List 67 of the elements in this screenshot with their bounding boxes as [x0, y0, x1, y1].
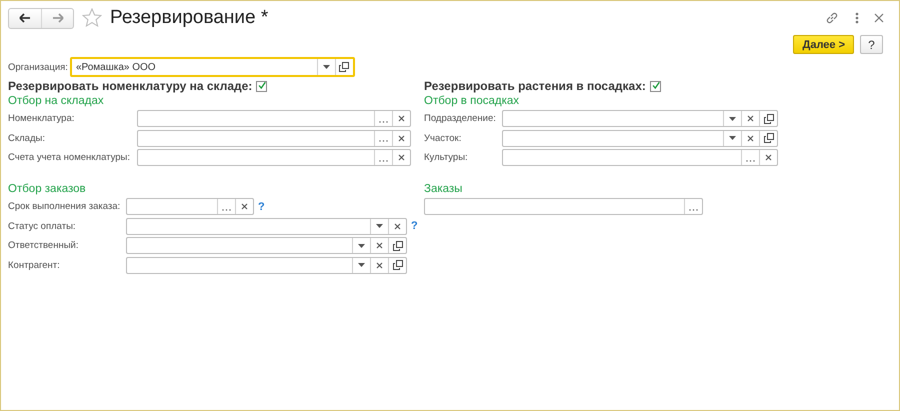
- copy-icon: [392, 260, 402, 270]
- section-title: Резервировать растения в посадках:: [424, 79, 646, 93]
- clear-icon: [747, 134, 754, 142]
- input-field[interactable]: [137, 149, 411, 166]
- clear-icon: [398, 154, 405, 161]
- help-link[interactable]: ?: [258, 200, 265, 212]
- group-title: Отбор в посадках: [424, 95, 520, 107]
- field-label: Склады:: [8, 132, 46, 144]
- caret-icon: [729, 136, 736, 140]
- copy-icon: [764, 114, 774, 124]
- caret-icon: [358, 244, 365, 248]
- copy-icon: [764, 133, 774, 143]
- caret-icon: [376, 224, 383, 228]
- star-icon[interactable]: [82, 8, 102, 28]
- field-label: Счета учета номенклатуры:: [8, 152, 131, 163]
- input-field[interactable]: [126, 256, 407, 274]
- input-field[interactable]: [502, 149, 778, 166]
- checkbox[interactable]: [650, 80, 661, 92]
- clear-icon: [765, 154, 772, 161]
- open-button[interactable]: [759, 130, 777, 146]
- caret-icon: [322, 65, 330, 69]
- forward-arrow-icon: [52, 13, 64, 23]
- input-field[interactable]: [126, 198, 254, 215]
- input-field[interactable]: [126, 237, 407, 254]
- clear-icon: [398, 115, 405, 122]
- window-title: Резервирование *: [110, 7, 268, 29]
- clear-icon: [241, 203, 248, 210]
- caret-icon: [729, 116, 736, 120]
- section-title: Резервировать номенклатуру на складе:: [8, 79, 252, 93]
- open-button[interactable]: [388, 258, 406, 272]
- input-field[interactable]: [137, 110, 411, 127]
- group-title: Отбор на складах: [8, 95, 105, 107]
- input-field[interactable]: [502, 110, 778, 127]
- field-label: Культуры:: [424, 152, 469, 163]
- field-label: Номенклатура:: [8, 113, 76, 124]
- more-icon[interactable]: [854, 11, 860, 25]
- input-field[interactable]: [502, 130, 778, 146]
- field-label: Ответственный:: [8, 240, 80, 251]
- field-label: Срок выполнения заказа:: [8, 201, 122, 212]
- clear-icon: [376, 242, 383, 249]
- copy-icon: [392, 240, 402, 250]
- field-label: Статус оплаты:: [8, 220, 77, 232]
- clear-icon: [376, 262, 383, 268]
- link-icon[interactable]: [824, 10, 840, 26]
- open-button[interactable]: [759, 111, 777, 126]
- help-button[interactable]: ?: [860, 35, 883, 54]
- clear-icon: [398, 134, 405, 142]
- input-field[interactable]: [126, 218, 407, 234]
- help-link[interactable]: ?: [411, 220, 418, 232]
- field-label: Контрагент:: [8, 260, 61, 270]
- input-field[interactable]: «Ромашка» ООО: [70, 57, 355, 77]
- input-field[interactable]: [137, 130, 411, 146]
- group-title: Заказы: [424, 183, 464, 195]
- next-button[interactable]: Далее >: [793, 35, 854, 54]
- clear-icon: [394, 222, 401, 230]
- field-label: Подразделение:: [424, 113, 497, 124]
- input-field[interactable]: [424, 198, 703, 215]
- field-label: Участок:: [424, 132, 462, 144]
- clear-icon: [747, 115, 754, 122]
- back-arrow-icon: [19, 13, 31, 23]
- close-icon[interactable]: [874, 13, 884, 23]
- group-title: Отбор заказов: [8, 183, 87, 195]
- open-button[interactable]: [388, 238, 406, 253]
- checkbox[interactable]: [256, 80, 268, 92]
- field-label: Организация:: [8, 62, 68, 72]
- caret-icon: [358, 263, 365, 267]
- copy-icon: [339, 62, 350, 72]
